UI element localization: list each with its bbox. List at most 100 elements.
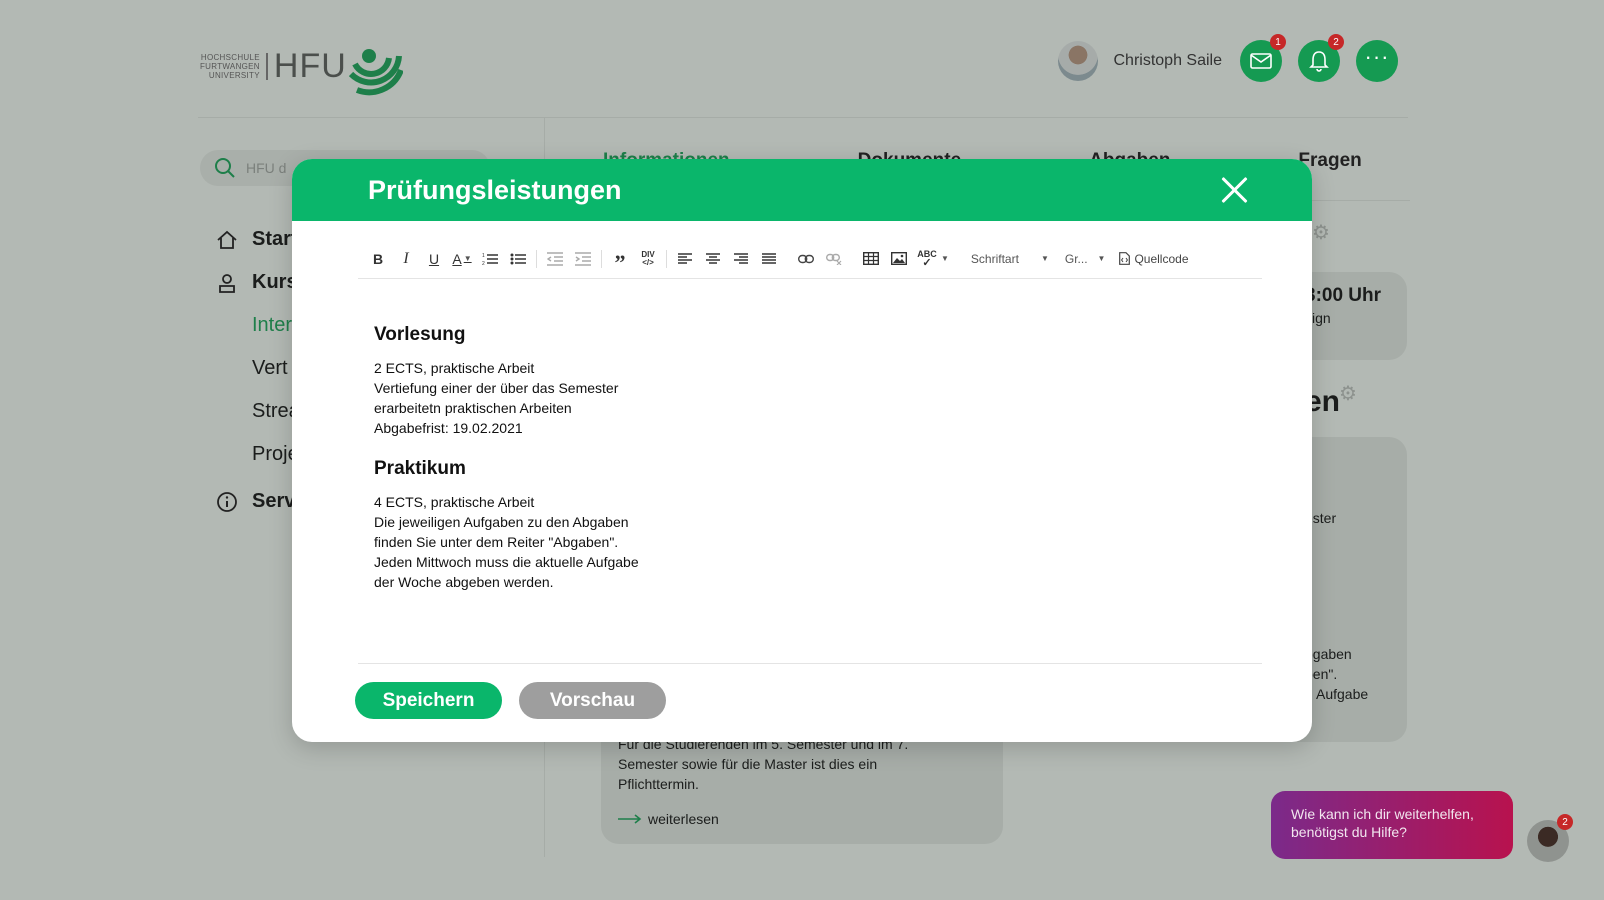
logo-line-3: UNIVERSITY [208, 70, 260, 80]
courses-icon [216, 272, 238, 294]
sidebar-item-kurs[interactable]: Kurs [216, 261, 300, 304]
spellcheck-icon[interactable]: ABC ✓ [913, 245, 941, 273]
sidebar-item-projekte[interactable]: Proje [216, 433, 300, 476]
link-icon[interactable] [792, 245, 820, 273]
toolbar-separator [787, 250, 788, 268]
sidebar-item-informationen[interactable]: Inter [216, 304, 300, 347]
font-family-label: Schriftart [970, 251, 1019, 266]
close-icon[interactable] [1220, 176, 1248, 204]
save-button[interactable]: Speichern [355, 682, 502, 719]
help-badge: 2 [1557, 814, 1573, 830]
search-icon [215, 158, 235, 178]
toolbar-separator [852, 250, 853, 268]
sidebar-item-label: Serv [252, 490, 296, 512]
bell-icon [1309, 51, 1329, 72]
spellcheck-caret-icon[interactable]: ▼ [941, 254, 949, 263]
event-time: 3:00 Uhr [1305, 285, 1382, 306]
sidebar-item-label: Vert [252, 357, 288, 379]
italic-button[interactable]: I [392, 245, 420, 273]
ordered-list-icon[interactable]: 12 [476, 245, 504, 273]
gear-icon[interactable]: ⚙ [1339, 381, 1357, 406]
underline-button[interactable]: U [420, 245, 448, 273]
sidebar-item-label: Kurs [252, 271, 298, 293]
svg-text:2: 2 [482, 261, 485, 266]
bullet-list-icon[interactable] [504, 245, 532, 273]
header-divider [198, 117, 1408, 118]
align-center-icon[interactable] [699, 245, 727, 273]
modal-title: Prüfungsleistungen [368, 174, 622, 205]
logo-wordmark: HFU [273, 46, 347, 85]
section-line: Jeden Mittwoch muss die aktuelle Aufgabe [374, 554, 639, 570]
section-line: finden Sie unter dem Reiter "Abgaben". [374, 534, 619, 550]
exam-modal: Prüfungsleistungen B I U A ▼ 12 ” DIV </> [292, 159, 1312, 742]
help-assistant-avatar[interactable]: 2 [1527, 814, 1573, 862]
div-block-icon[interactable]: DIV </> [634, 245, 662, 273]
indent-icon[interactable] [569, 245, 597, 273]
source-code-button[interactable]: Quellcode [1113, 252, 1194, 266]
mail-button[interactable]: 1 [1240, 34, 1286, 82]
logo-line-2: FURTWANGEN [200, 61, 260, 71]
toolbar-separator [601, 249, 602, 268]
more-menu-button[interactable]: ··· [1356, 40, 1398, 82]
section-heading-vorlesung: Vorlesung [374, 324, 466, 345]
read-more-link[interactable]: weiterlesen [618, 809, 719, 829]
notifications-button[interactable]: 2 [1298, 34, 1344, 82]
source-code-icon [1119, 252, 1131, 265]
user-name[interactable]: Christoph Saile [1114, 52, 1223, 70]
home-icon [216, 229, 238, 251]
section-line: 4 ECTS, praktische Arbeit [374, 494, 535, 510]
editor-content[interactable]: Vorlesung 2 ECTS, praktische Arbeit Vert… [374, 324, 1074, 592]
notifications-badge: 2 [1328, 34, 1344, 50]
toolbar-separator [536, 249, 537, 268]
align-right-icon[interactable] [727, 245, 755, 273]
info-card-line: Aufgabe [1316, 686, 1369, 702]
sidebar-item-stream[interactable]: Strea [216, 390, 300, 433]
section-line: 2 ECTS, praktische Arbeit [374, 360, 535, 376]
editor-toolbar: B I U A ▼ 12 ” DIV </> ABC ✓ ▼ Schriftar… [358, 239, 1262, 279]
arrow-right-icon [618, 814, 642, 824]
font-family-select[interactable]: Schriftart ▼ [963, 252, 1057, 266]
source-code-label: Quellcode [1134, 251, 1189, 266]
modal-header: Prüfungsleistungen [292, 159, 1312, 221]
help-chat-bubble[interactable]: Wie kann ich dir weiterhelfen, benötigst… [1271, 791, 1513, 859]
section-heading-praktikum: Praktikum [374, 458, 466, 479]
font-size-select[interactable]: Gr... ▼ [1057, 252, 1114, 266]
svg-text:1: 1 [482, 253, 485, 259]
table-icon[interactable] [857, 245, 885, 273]
read-more-label: weiterlesen [648, 811, 719, 827]
chevron-down-icon: ▼ [1097, 254, 1106, 263]
font-size-label: Gr... [1064, 251, 1088, 266]
sidebar-nav: Start Kurs Inter Vert Strea Proje Serv [216, 218, 300, 523]
section-line: der Woche abgeben werden. [374, 574, 554, 590]
news-card-line: Semester sowie für die Master ist dies e… [618, 756, 878, 772]
section-line: erarbeitetn praktischen Arbeiten [374, 400, 572, 416]
news-card-line: Pflichttermin. [618, 776, 699, 792]
sidebar-item-label: Start [252, 228, 298, 250]
hfu-logo[interactable]: HOCHSCHULE FURTWANGEN UNIVERSITY HFU [200, 34, 403, 98]
section-praktikum: Praktikum 4 ECTS, praktische Arbeit Die … [374, 458, 1074, 592]
sidebar-item-start[interactable]: Start [216, 218, 300, 261]
sidebar-item-vertiefung[interactable]: Vert [216, 347, 300, 390]
align-left-icon[interactable] [671, 245, 699, 273]
section-line: Abgabefrist: 19.02.2021 [374, 420, 523, 436]
gear-icon[interactable]: ⚙ [1312, 220, 1330, 245]
align-justify-icon[interactable] [755, 245, 783, 273]
unlink-icon[interactable] [820, 245, 848, 273]
section-line: Vertiefung einer der über das Semester [374, 380, 619, 396]
editor-footer-divider [358, 663, 1262, 664]
image-icon[interactable] [885, 245, 913, 273]
outdent-icon[interactable] [541, 245, 569, 273]
section-line: Die jeweiligen Aufgaben zu den Abgaben [374, 514, 629, 530]
user-area: Christoph Saile 1 2 ··· [1057, 34, 1398, 82]
preview-button[interactable]: Vorschau [519, 682, 666, 719]
text-color-button[interactable]: A ▼ [448, 245, 476, 273]
blockquote-icon[interactable]: ” [606, 245, 634, 273]
search-placeholder: HFU d [246, 160, 287, 176]
info-card-line: bgaben [1305, 646, 1352, 662]
bold-button[interactable]: B [364, 245, 392, 273]
chevron-down-icon: ▼ [1040, 254, 1049, 263]
logo-mark-icon [348, 49, 403, 96]
sidebar-item-service[interactable]: Serv [216, 480, 300, 523]
user-avatar[interactable] [1057, 41, 1098, 81]
logo-small-text: HOCHSCHULE FURTWANGEN UNIVERSITY [200, 52, 268, 80]
